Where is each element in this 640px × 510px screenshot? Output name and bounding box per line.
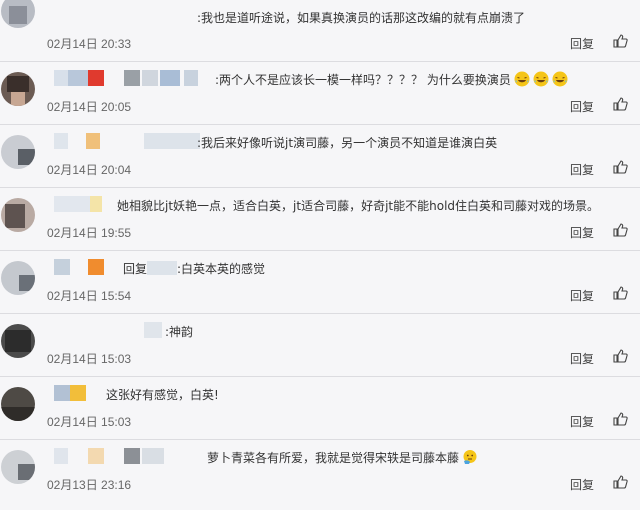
comment-item: 萝卜青菜各有所爱，我就是觉得宋轶是司藤本藤 02月13日 23:16 回复 [0,440,640,508]
comment-text-content: :白英本英的感觉 [177,262,266,276]
comment-time: 02月13日 23:16 [47,478,132,492]
thumbs-up-icon[interactable] [612,348,628,364]
avatar[interactable] [1,198,35,232]
thumbs-up-icon[interactable] [612,285,628,301]
comment-time: 02月14日 15:03 [47,352,132,366]
thumbs-up-icon[interactable] [612,159,628,175]
comment-time: 02月14日 20:05 [47,100,132,114]
comment-item: :神韵 02月14日 15:03 回复 [0,314,640,377]
laughing-tears-emoji [552,71,568,87]
thumbs-up-icon[interactable] [612,222,628,238]
comment-item: 这张好有感觉，白英! 02月14日 15:03 回复 [0,377,640,440]
avatar[interactable] [1,72,35,106]
reply-button[interactable]: 回复 [570,350,594,367]
comment-list: :我也是道听途说，如果真换演员的话那这改编的就有点崩溃了 02月14日 20:3… [0,0,640,510]
thumbs-up-icon[interactable] [612,33,628,49]
comment-time: 02月14日 15:03 [47,415,132,429]
reply-button[interactable]: 回复 [570,287,594,304]
avatar[interactable] [1,450,35,484]
comment-text: 萝卜青菜各有所爱，我就是觉得宋轶是司藤本藤 [207,449,478,466]
comment-time: 02月14日 19:55 [47,226,132,240]
comment-text: :我也是道听途说，如果真换演员的话那这改编的就有点崩溃了 [197,11,526,25]
comment-time: 02月14日 20:33 [47,37,132,51]
comment-time: 02月14日 15:54 [47,289,132,303]
reply-button[interactable]: 回复 [570,98,594,115]
avatar[interactable] [1,0,35,28]
comment-item: :我后来好像听说jt演司藤，另一个演员不知道是谁演白英 02月14日 20:04… [0,125,640,188]
comment-item: :两个人不是应该长一模一样吗？？？？ 为什么要换演员 02月14日 20:05 … [0,62,640,125]
comment-text-content: 萝卜青菜各有所爱，我就是觉得宋轶是司藤本藤 [207,451,460,465]
thumbs-up-icon[interactable] [612,474,628,490]
comment-text-content: :两个人不是应该长一模一样吗？？？？ 为什么要换演员 [215,73,511,87]
reply-button[interactable]: 回复 [570,161,594,178]
comment-item: :我也是道听途说，如果真换演员的话那这改编的就有点崩溃了 02月14日 20:3… [0,0,640,62]
thinking-face-emoji [463,450,477,464]
comment-item: 她相貌比jt妖艳一点，适合白英，jt适合司藤，好奇jt能不能hold住白英和司藤… [0,188,640,251]
reply-button[interactable]: 回复 [570,413,594,430]
reply-button[interactable]: 回复 [570,224,594,241]
avatar[interactable] [1,135,35,169]
reply-button[interactable]: 回复 [570,35,594,52]
comment-text: :我后来好像听说jt演司藤，另一个演员不知道是谁演白英 [197,136,498,150]
comment-text: :神韵 [165,325,194,339]
comment-text: 回复 :白英本英的感觉 [123,260,265,277]
laughing-tears-emoji [533,71,549,87]
thumbs-up-icon[interactable] [612,96,628,112]
thumbs-up-icon[interactable] [612,411,628,427]
comment-text: 这张好有感觉，白英! [106,388,219,402]
laughing-tears-emoji [514,71,530,87]
avatar[interactable] [1,387,35,421]
comment-text: :两个人不是应该长一模一样吗？？？？ 为什么要换演员 [215,71,568,88]
comment-time: 02月14日 20:04 [47,163,132,177]
avatar[interactable] [1,261,35,295]
mention-blur [147,261,178,275]
avatar[interactable] [1,324,35,358]
reply-button[interactable]: 回复 [570,476,594,493]
reply-prefix: 回复 [123,262,148,276]
comment-item: 回复 :白英本英的感觉 02月14日 15:54 回复 [0,251,640,314]
comment-text: 她相貌比jt妖艳一点，适合白英，jt适合司藤，好奇jt能不能hold住白英和司藤… [117,199,600,213]
